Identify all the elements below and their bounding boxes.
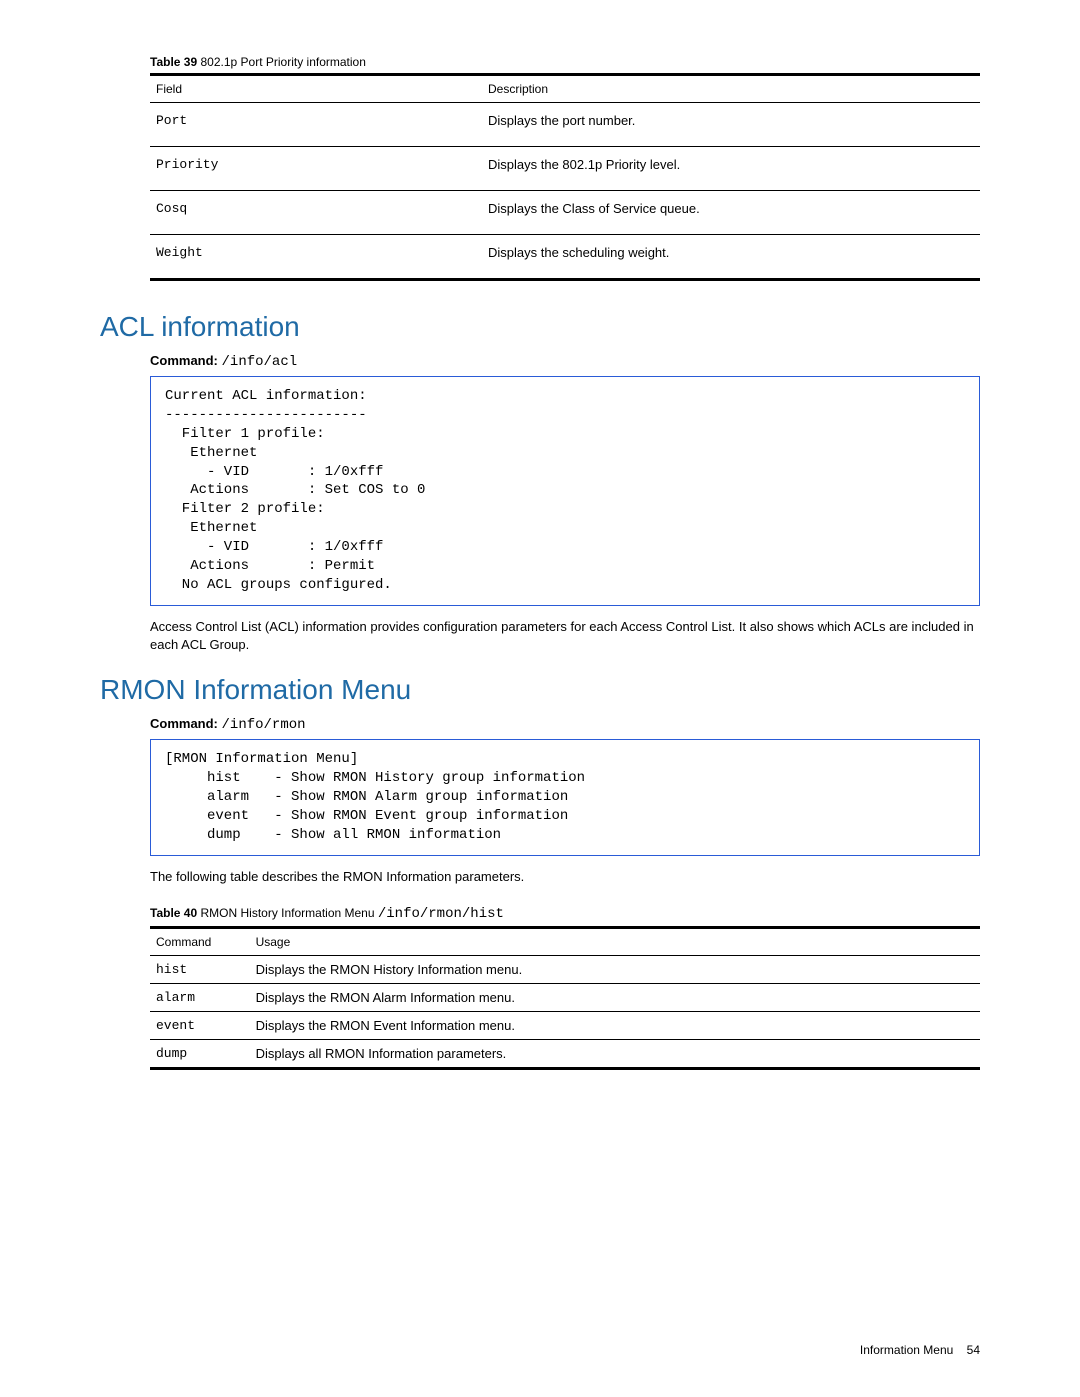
footer-text: Information Menu <box>860 1343 953 1357</box>
cmd-cell: hist <box>150 955 250 983</box>
table-row: hist Displays the RMON History Informati… <box>150 955 980 983</box>
table39-head-field: Field <box>150 75 482 103</box>
usage-cell: Displays all RMON Information parameters… <box>250 1039 980 1068</box>
content-column: Table 39 802.1p Port Priority informatio… <box>150 55 980 1070</box>
command-label: Command: <box>150 716 218 731</box>
table39: Field Description Port Displays the port… <box>150 73 980 281</box>
cmd-cell: event <box>150 1011 250 1039</box>
desc-cell: Displays the 802.1p Priority level. <box>482 147 980 191</box>
command-value: /info/rmon <box>222 717 306 733</box>
command-label: Command: <box>150 353 218 368</box>
desc-cell: Displays the port number. <box>482 103 980 147</box>
table40: Command Usage hist Displays the RMON His… <box>150 926 980 1070</box>
table-row: alarm Displays the RMON Alarm Informatio… <box>150 983 980 1011</box>
usage-cell: Displays the RMON History Information me… <box>250 955 980 983</box>
table39-caption-text: 802.1p Port Priority information <box>200 55 365 69</box>
table39-label: Table 39 <box>150 55 197 69</box>
usage-cell: Displays the RMON Event Information menu… <box>250 1011 980 1039</box>
rmon-command-line: Command: /info/rmon <box>150 716 980 733</box>
field-cell: Cosq <box>150 191 482 235</box>
table40-head-cmd: Command <box>150 927 250 955</box>
field-cell: Priority <box>150 147 482 191</box>
page: Table 39 802.1p Port Priority informatio… <box>0 0 1080 1397</box>
table-row: Weight Displays the scheduling weight. <box>150 235 980 280</box>
acl-paragraph: Access Control List (ACL) information pr… <box>150 618 980 654</box>
acl-command-line: Command: /info/acl <box>150 353 980 370</box>
field-cell: Weight <box>150 235 482 280</box>
field-cell: Port <box>150 103 482 147</box>
rmon-code-box: [RMON Information Menu] hist - Show RMON… <box>150 739 980 855</box>
usage-cell: Displays the RMON Alarm Information menu… <box>250 983 980 1011</box>
table-row: Port Displays the port number. <box>150 103 980 147</box>
table39-head-desc: Description <box>482 75 980 103</box>
page-footer: Information Menu 54 <box>860 1343 980 1357</box>
acl-code-box: Current ACL information: ---------------… <box>150 376 980 606</box>
cmd-cell: dump <box>150 1039 250 1068</box>
heading-acl: ACL information <box>100 311 980 343</box>
table40-head-usage: Usage <box>250 927 980 955</box>
table40-caption-text: RMON History Information Menu <box>200 906 374 920</box>
rmon-paragraph: The following table describes the RMON I… <box>150 868 980 886</box>
cmd-cell: alarm <box>150 983 250 1011</box>
heading-rmon: RMON Information Menu <box>100 674 980 706</box>
table-row: event Displays the RMON Event Informatio… <box>150 1011 980 1039</box>
table40-caption: Table 40 RMON History Information Menu /… <box>150 906 980 922</box>
table40-label: Table 40 <box>150 906 197 920</box>
command-value: /info/acl <box>222 354 298 370</box>
desc-cell: Displays the scheduling weight. <box>482 235 980 280</box>
table-row: dump Displays all RMON Information param… <box>150 1039 980 1068</box>
table40-caption-cmd: /info/rmon/hist <box>378 906 504 922</box>
footer-page: 54 <box>967 1343 980 1357</box>
table39-caption: Table 39 802.1p Port Priority informatio… <box>150 55 980 69</box>
desc-cell: Displays the Class of Service queue. <box>482 191 980 235</box>
table-row: Cosq Displays the Class of Service queue… <box>150 191 980 235</box>
table-row: Priority Displays the 802.1p Priority le… <box>150 147 980 191</box>
